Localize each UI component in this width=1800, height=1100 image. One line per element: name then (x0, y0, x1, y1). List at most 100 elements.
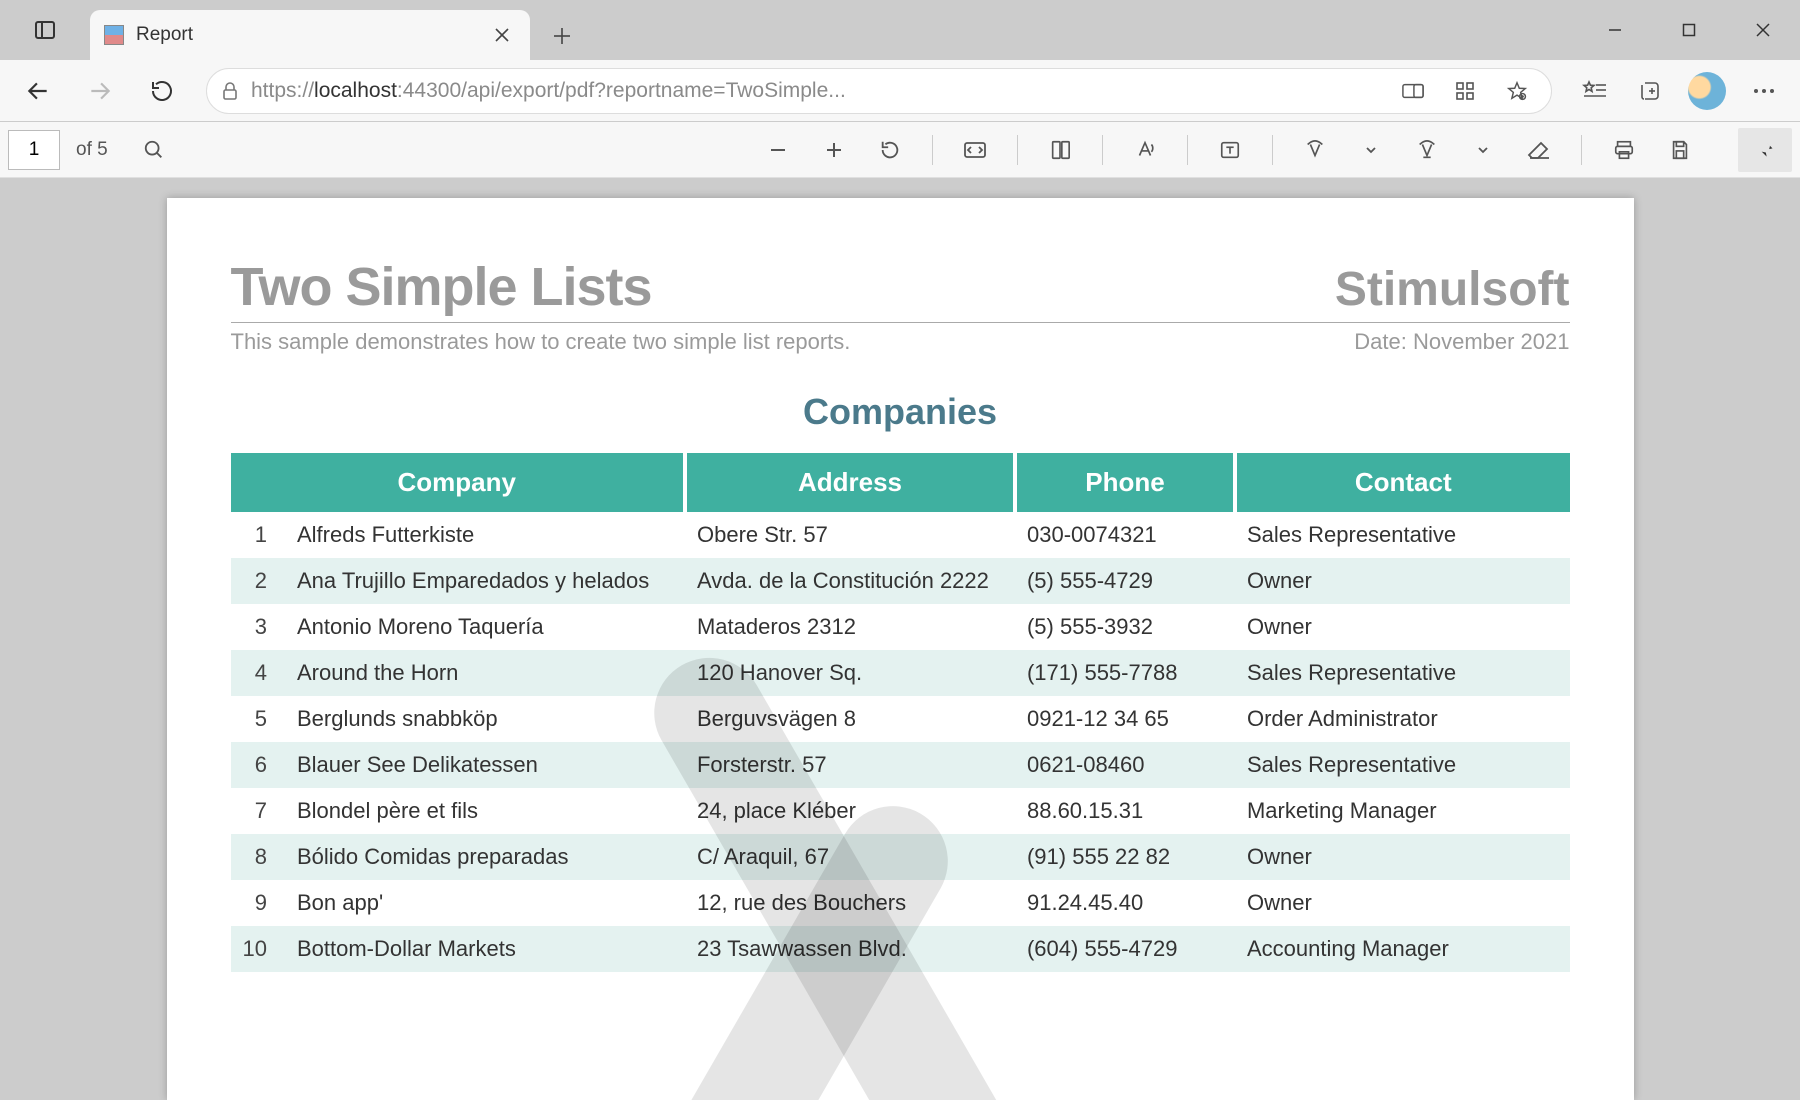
cell-address: Forsterstr. 57 (685, 742, 1015, 788)
cell-address: Berguvsvägen 8 (685, 696, 1015, 742)
th-contact: Contact (1235, 453, 1570, 512)
cell-index: 2 (231, 558, 285, 604)
cell-contact: Accounting Manager (1235, 926, 1570, 972)
maximize-button[interactable] (1652, 0, 1726, 60)
cell-contact: Sales Representative (1235, 512, 1570, 558)
cell-contact: Order Administrator (1235, 696, 1570, 742)
cell-phone: 0921-12 34 65 (1015, 696, 1235, 742)
separator (1017, 135, 1018, 165)
rotate-button[interactable] (866, 128, 914, 172)
cell-index: 5 (231, 696, 285, 742)
address-bar-row: https://localhost:44300/api/export/pdf?r… (0, 60, 1800, 122)
cell-index: 7 (231, 788, 285, 834)
cell-contact: Owner (1235, 880, 1570, 926)
cell-phone: (5) 555-3932 (1015, 604, 1235, 650)
draw-button[interactable] (1291, 128, 1339, 172)
erase-button[interactable] (1515, 128, 1563, 172)
pdf-page: Two Simple Lists Stimulsoft This sample … (167, 198, 1634, 1100)
print-button[interactable] (1600, 128, 1648, 172)
cell-address: 24, place Kléber (685, 788, 1015, 834)
search-icon[interactable] (130, 128, 178, 172)
cell-index: 9 (231, 880, 285, 926)
table-row: 4Around the Horn120 Hanover Sq.(171) 555… (231, 650, 1570, 696)
table-row: 7Blondel père et fils24, place Kléber88.… (231, 788, 1570, 834)
collections-icon[interactable] (1622, 65, 1678, 117)
cell-company: Berglunds snabbköp (285, 696, 685, 742)
new-tab-button[interactable] (538, 12, 586, 60)
tab-actions-button[interactable] (0, 0, 90, 60)
cell-address: Obere Str. 57 (685, 512, 1015, 558)
table-row: 1Alfreds FutterkisteObere Str. 57030-007… (231, 512, 1570, 558)
cell-phone: (604) 555-4729 (1015, 926, 1235, 972)
table-row: 10Bottom-Dollar Markets23 Tsawwassen Blv… (231, 926, 1570, 972)
cell-phone: (91) 555 22 82 (1015, 834, 1235, 880)
cell-phone: 030-0074321 (1015, 512, 1235, 558)
add-text-button[interactable] (1206, 128, 1254, 172)
cell-company: Ana Trujillo Emparedados y helados (285, 558, 685, 604)
cell-address: Mataderos 2312 (685, 604, 1015, 650)
fit-width-button[interactable] (951, 128, 999, 172)
report-title: Two Simple Lists (231, 256, 652, 318)
cell-address: 12, rue des Bouchers (685, 880, 1015, 926)
report-brand: Stimulsoft (1335, 262, 1570, 317)
table-row: 2Ana Trujillo Emparedados y heladosAvda.… (231, 558, 1570, 604)
cell-phone: 88.60.15.31 (1015, 788, 1235, 834)
profile-avatar[interactable] (1688, 72, 1726, 110)
more-menu-button[interactable] (1736, 65, 1792, 117)
table-row: 9Bon app'12, rue des Bouchers91.24.45.40… (231, 880, 1570, 926)
highlight-button[interactable] (1403, 128, 1451, 172)
refresh-button[interactable] (132, 65, 192, 117)
cell-address: 23 Tsawwassen Blvd. (685, 926, 1015, 972)
cell-contact: Marketing Manager (1235, 788, 1570, 834)
table-row: 8Bólido Comidas preparadasC/ Araquil, 67… (231, 834, 1570, 880)
window-controls (1578, 0, 1800, 60)
pdf-toolbar: of 5 (0, 122, 1800, 178)
forward-button[interactable] (70, 65, 130, 117)
table-row: 5Berglunds snabbköpBerguvsvägen 80921-12… (231, 696, 1570, 742)
address-bar[interactable]: https://localhost:44300/api/export/pdf?r… (206, 68, 1552, 114)
cell-company: Antonio Moreno Taquería (285, 604, 685, 650)
zoom-out-button[interactable] (754, 128, 802, 172)
cell-index: 4 (231, 650, 285, 696)
cell-company: Blondel père et fils (285, 788, 685, 834)
pin-toolbar-button[interactable] (1738, 128, 1792, 172)
cell-address: C/ Araquil, 67 (685, 834, 1015, 880)
cell-phone: (5) 555-4729 (1015, 558, 1235, 604)
highlight-dropdown[interactable] (1459, 128, 1507, 172)
separator (1272, 135, 1273, 165)
reader-mode-icon[interactable] (1393, 82, 1433, 100)
page-number-input[interactable] (8, 130, 60, 170)
cell-contact: Owner (1235, 604, 1570, 650)
cell-company: Bon app' (285, 880, 685, 926)
companies-table: Company Address Phone Contact 1Alfreds F… (231, 453, 1570, 972)
tab-title: Report (136, 24, 476, 46)
favorites-list-icon[interactable] (1566, 65, 1622, 117)
browser-tab[interactable]: Report (90, 10, 530, 60)
read-aloud-button[interactable] (1121, 128, 1169, 172)
favorite-icon[interactable] (1497, 80, 1537, 102)
page-view-button[interactable] (1036, 128, 1084, 172)
back-button[interactable] (8, 65, 68, 117)
cell-index: 8 (231, 834, 285, 880)
separator (1581, 135, 1582, 165)
separator (1102, 135, 1103, 165)
save-button[interactable] (1656, 128, 1704, 172)
cell-index: 3 (231, 604, 285, 650)
cell-company: Bólido Comidas preparadas (285, 834, 685, 880)
cell-contact: Sales Representative (1235, 650, 1570, 696)
th-address: Address (685, 453, 1015, 512)
minimize-button[interactable] (1578, 0, 1652, 60)
qr-icon[interactable] (1445, 81, 1485, 101)
draw-dropdown[interactable] (1347, 128, 1395, 172)
cell-company: Around the Horn (285, 650, 685, 696)
close-tab-button[interactable] (488, 21, 516, 49)
report-date: Date: November 2021 (1354, 329, 1569, 355)
cell-company: Blauer See Delikatessen (285, 742, 685, 788)
pdf-viewport[interactable]: Two Simple Lists Stimulsoft This sample … (0, 178, 1800, 1100)
zoom-in-button[interactable] (810, 128, 858, 172)
page-count-label: of 5 (76, 139, 108, 161)
cell-phone: 91.24.45.40 (1015, 880, 1235, 926)
cell-company: Alfreds Futterkiste (285, 512, 685, 558)
report-subtitle: This sample demonstrates how to create t… (231, 329, 851, 355)
close-window-button[interactable] (1726, 0, 1800, 60)
